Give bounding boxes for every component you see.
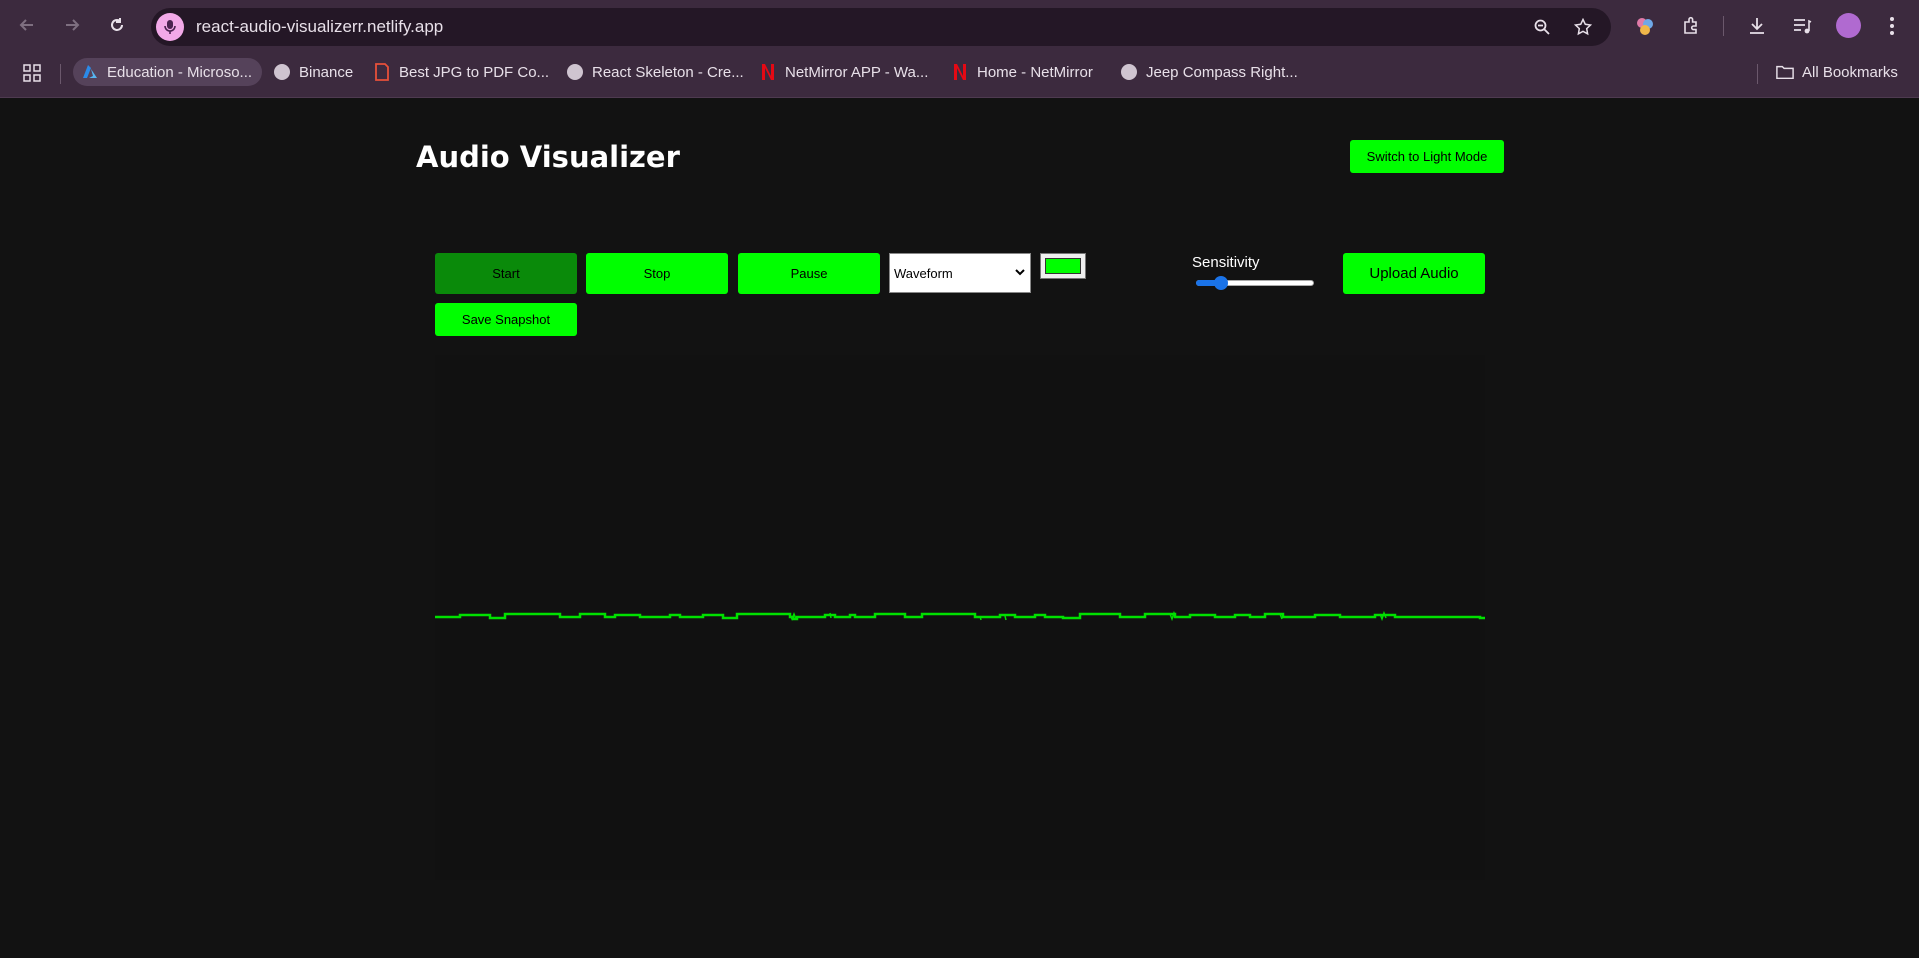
bookmark-home-netmirror[interactable]: Home - NetMirror [951, 58, 1093, 86]
bookmark-education[interactable]: Education - Microso... [73, 58, 263, 86]
bookmark-netmirror-app[interactable]: NetMirror APP - Wa... [759, 58, 928, 86]
pause-button[interactable]: Pause [738, 253, 880, 294]
save-snapshot-button[interactable]: Save Snapshot [435, 303, 577, 336]
copilot-icon[interactable] [1632, 13, 1658, 39]
bookmarks-right-divider [1757, 64, 1758, 84]
media-controls-icon[interactable] [1789, 13, 1815, 39]
bookmark-label: Binance [299, 63, 354, 81]
netmirror-icon [951, 63, 969, 81]
bookmarks-divider [60, 64, 61, 84]
browser-toolbar: react-audio-visualizerr.netlify.app [0, 0, 1919, 51]
waveform-svg [435, 610, 1485, 622]
sensitivity-slider[interactable] [1194, 273, 1316, 293]
bookmark-label: Best JPG to PDF Co... [399, 63, 550, 81]
bookmark-binance[interactable]: Binance [273, 58, 353, 86]
waveform-line [435, 612, 1485, 621]
chevron-down-icon [1014, 266, 1026, 281]
azure-icon [81, 63, 99, 81]
forward-arrow-icon[interactable] [59, 12, 85, 38]
all-bookmarks-label: All Bookmarks [1802, 63, 1898, 81]
bookmark-jpg-to-pdf[interactable]: Best JPG to PDF Co... [373, 58, 549, 86]
sensitivity-label: Sensitivity [1192, 254, 1260, 271]
folder-icon [1776, 63, 1794, 81]
address-bar[interactable]: react-audio-visualizerr.netlify.app [151, 8, 1611, 46]
selected-mode: Waveform [894, 265, 953, 281]
bookmark-label: NetMirror APP - Wa... [785, 63, 929, 81]
toolbar-divider [1723, 16, 1724, 36]
stop-button[interactable]: Stop [586, 253, 728, 294]
color-picker[interactable] [1040, 253, 1086, 279]
bookmark-react-skeleton[interactable]: React Skeleton - Cre... [566, 58, 744, 86]
globe-icon [273, 63, 291, 81]
back-arrow-icon[interactable] [14, 12, 40, 38]
upload-audio-button[interactable]: Upload Audio [1343, 253, 1485, 294]
bookmark-star-icon[interactable] [1572, 16, 1594, 38]
start-button[interactable]: Start [435, 253, 577, 294]
bookmark-label: Jeep Compass Right... [1146, 63, 1298, 81]
globe-icon [566, 63, 584, 81]
bookmark-jeep-compass[interactable]: Jeep Compass Right... [1120, 58, 1298, 86]
bookmark-label: Education - Microso... [107, 63, 253, 81]
globe-icon [1120, 63, 1138, 81]
visualization-mode-select[interactable]: Waveform [889, 253, 1031, 293]
page-title: Audio Visualizer [416, 140, 680, 174]
zoom-icon[interactable] [1531, 16, 1553, 38]
extensions-icon[interactable] [1678, 13, 1704, 39]
url-text[interactable]: react-audio-visualizerr.netlify.app [196, 17, 443, 37]
profile-avatar[interactable] [1836, 13, 1861, 38]
theme-toggle-button[interactable]: Switch to Light Mode [1350, 140, 1504, 173]
microphone-icon[interactable] [156, 13, 184, 41]
slider-thumb[interactable] [1214, 276, 1228, 290]
bookmark-label: Home - NetMirror [977, 63, 1093, 81]
pdf-icon [373, 63, 391, 81]
bookmark-label: React Skeleton - Cre... [592, 63, 744, 81]
netmirror-icon [759, 63, 777, 81]
color-swatch [1045, 258, 1081, 274]
reload-icon[interactable] [104, 12, 130, 38]
download-icon[interactable] [1744, 13, 1770, 39]
menu-kebab-icon[interactable] [1879, 13, 1905, 39]
all-bookmarks[interactable]: All Bookmarks [1776, 58, 1898, 86]
apps-grid-icon[interactable] [19, 60, 45, 86]
visualizer-canvas [435, 355, 1485, 880]
